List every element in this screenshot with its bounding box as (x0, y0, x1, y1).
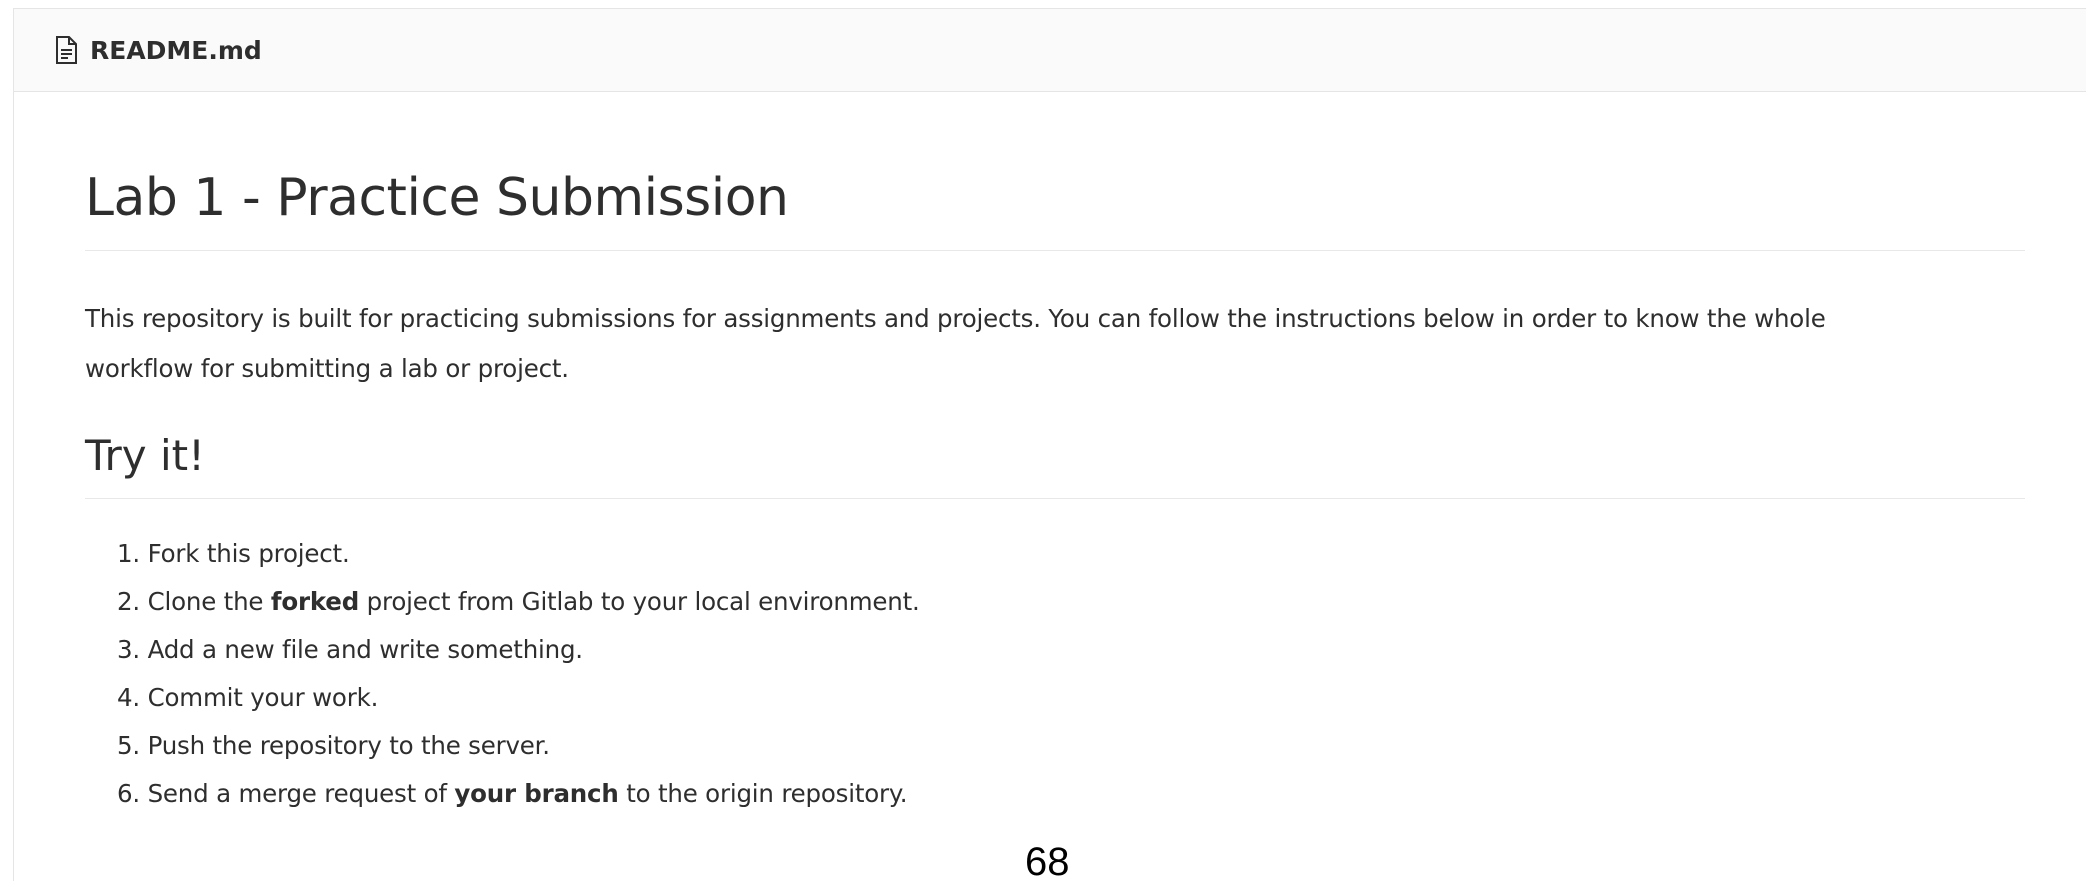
file-name-link[interactable]: README.md (90, 36, 262, 65)
step-number: 5. (117, 731, 140, 760)
file-text-icon (52, 35, 80, 65)
step-bold-text: your branch (454, 779, 619, 808)
step-item: 1. Fork this project. (85, 530, 920, 578)
step-item: 4. Commit your work. (85, 674, 920, 722)
step-number: 3. (117, 635, 140, 664)
steps-list: 1. Fork this project. 2. Clone the forked… (85, 530, 920, 818)
step-text-after: to the origin repository. (618, 779, 908, 808)
page-number: 68 (1025, 840, 1070, 881)
step-number: 4. (117, 683, 140, 712)
title-divider (85, 250, 2025, 251)
step-item: 6. Send a merge request of your branch t… (85, 770, 920, 818)
step-number: 1. (117, 539, 140, 568)
file-header: README.md (14, 9, 2086, 92)
step-text: Clone the (147, 587, 271, 616)
readme-card: README.md Lab 1 - Practice Submission Th… (13, 8, 2086, 881)
section-heading: Try it! (85, 431, 205, 480)
step-text: Fork this project. (147, 539, 350, 568)
intro-line-1: This repository is built for practicing … (85, 304, 1826, 333)
step-item: 5. Push the repository to the server. (85, 722, 920, 770)
intro-line-2: workflow for submitting a lab or project… (85, 354, 569, 383)
section-divider (85, 498, 2025, 499)
step-number: 6. (117, 779, 140, 808)
step-text: Send a merge request of (147, 779, 455, 808)
step-text: Commit your work. (147, 683, 379, 712)
step-bold-text: forked (270, 587, 360, 616)
step-item: 2. Clone the forked project from Gitlab … (85, 578, 920, 626)
readme-title: Lab 1 - Practice Submission (85, 168, 789, 228)
step-item: 3. Add a new file and write something. (85, 626, 920, 674)
step-text: Add a new file and write something. (147, 635, 584, 664)
step-text-after: project from Gitlab to your local enviro… (359, 587, 920, 616)
step-text: Push the repository to the server. (147, 731, 550, 760)
step-number: 2. (117, 587, 140, 616)
readme-intro: This repository is built for practicing … (85, 294, 2045, 394)
